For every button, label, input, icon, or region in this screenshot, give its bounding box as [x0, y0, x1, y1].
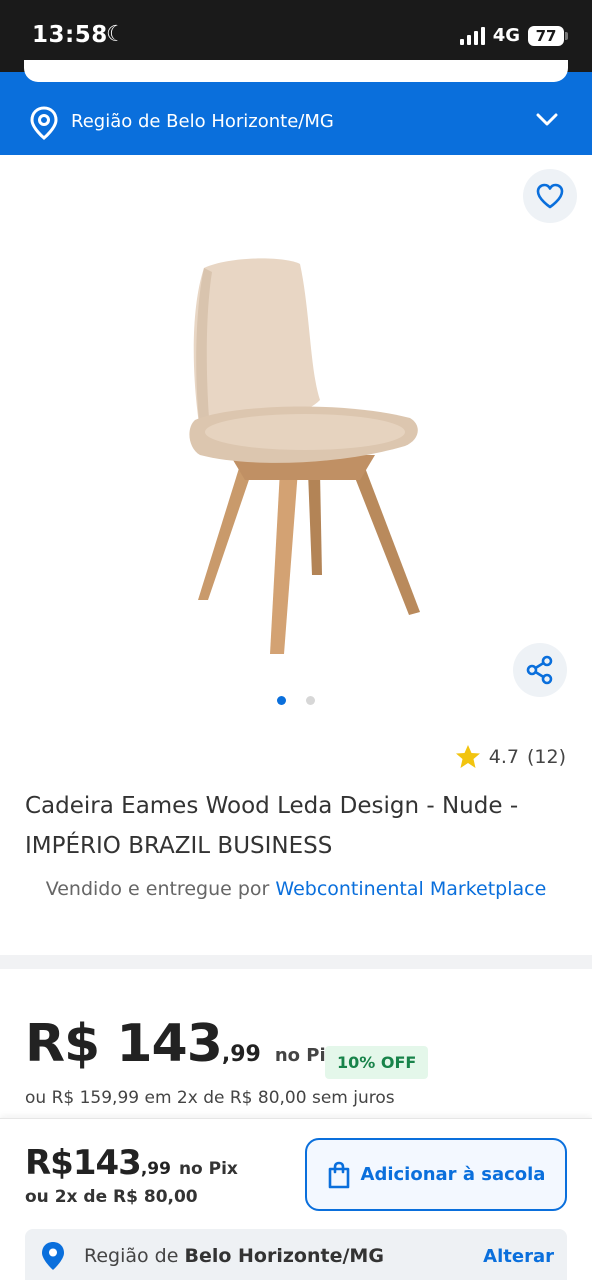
section-divider: [0, 955, 592, 969]
favorite-button[interactable]: [523, 169, 577, 223]
installments-text: ou R$ 159,99 em 2x de R$ 80,00 sem juros: [25, 1088, 395, 1108]
battery-icon: 77: [528, 25, 568, 46]
heart-icon: [536, 183, 564, 209]
add-to-bag-label: Adicionar à sacola: [360, 1164, 546, 1185]
region-prefix: Região de: [84, 1245, 185, 1267]
location-pin-icon: [30, 106, 58, 144]
bottom-price-integer: R$143: [25, 1143, 142, 1183]
moon-icon: ☾: [106, 22, 126, 47]
add-to-bag-button[interactable]: Adicionar à sacola: [305, 1138, 567, 1211]
chevron-down-icon[interactable]: [536, 112, 558, 131]
bottom-price: R$143 ,99 no Pix: [25, 1143, 238, 1183]
price-block: R$ 143 ,99 no Pix: [25, 1014, 351, 1074]
seller-prefix: Vendido e entregue por: [45, 878, 276, 900]
bottom-purchase-bar: R$143 ,99 no Pix ou 2x de R$ 80,00 Adici…: [0, 1118, 592, 1280]
bottom-pix-label: no Pix: [178, 1159, 238, 1179]
product-title: Cadeira Eames Wood Leda Design - Nude - …: [25, 793, 519, 859]
battery-level: 77: [535, 26, 557, 45]
share-button[interactable]: [513, 643, 567, 697]
region-selector[interactable]: Região de Belo Horizonte/MG: [0, 60, 592, 155]
status-indicators: 4G 77: [459, 25, 568, 46]
price-cents: ,99: [221, 1042, 261, 1067]
rating-count: (12): [526, 745, 566, 768]
location-pin-filled-icon: [41, 1241, 65, 1275]
bottom-installments: ou 2x de R$ 80,00: [25, 1187, 198, 1207]
price-integer: R$ 143: [25, 1014, 223, 1074]
carousel-dot[interactable]: [306, 696, 315, 705]
seller-link[interactable]: Webcontinental Marketplace: [275, 878, 546, 900]
region-label: Região de Belo Horizonte/MG: [71, 111, 334, 132]
bottom-price-cents: ,99: [140, 1159, 171, 1179]
region-city: Belo Horizonte/MG: [184, 1245, 384, 1267]
bottom-region-row: Região de Belo Horizonte/MG Alterar: [25, 1229, 567, 1280]
change-region-link[interactable]: Alterar: [483, 1246, 554, 1267]
carousel-indicator: [277, 696, 315, 705]
bottom-region-label: Região de Belo Horizonte/MG: [84, 1245, 384, 1267]
product-image[interactable]: [160, 250, 440, 660]
rating-value: 4.7: [488, 745, 519, 768]
discount-badge: 10% OFF: [325, 1046, 429, 1079]
seller-info: Vendido e entregue por Webcontinental Ma…: [0, 876, 592, 903]
signal-icon: [459, 26, 485, 45]
network-type: 4G: [492, 25, 520, 46]
carousel-dot-active[interactable]: [277, 696, 286, 705]
star-icon: [455, 745, 480, 768]
share-icon: [526, 655, 553, 685]
status-time: 13:58: [32, 22, 108, 48]
shopping-bag-icon: [328, 1161, 349, 1188]
product-rating[interactable]: 4.7 (12): [455, 744, 566, 769]
search-bar-edge[interactable]: [24, 60, 568, 82]
